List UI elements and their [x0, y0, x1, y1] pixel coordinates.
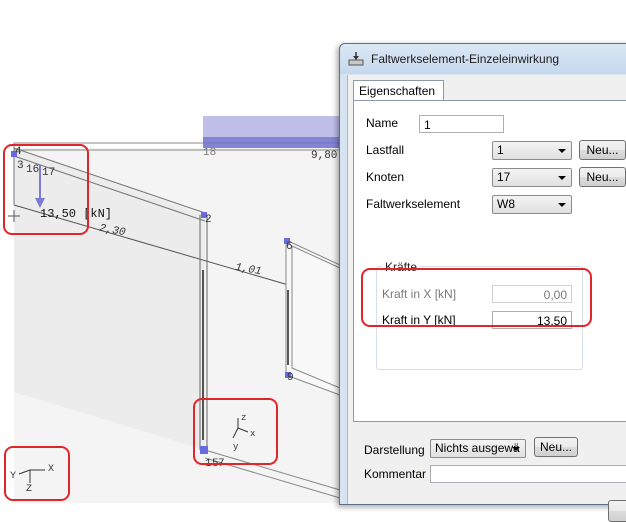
load-icon: [348, 52, 364, 66]
dialog-title: Faltwerkselement-Einzeleinwirkung: [371, 52, 560, 66]
name-field[interactable]: 1: [419, 115, 504, 133]
knoten-label: Knoten: [366, 170, 405, 184]
highlight-kraft-y-box: [361, 268, 592, 327]
dialog-body: Eigenschaften Name 1 Lastfall 1 Neu... K…: [347, 75, 626, 522]
node-label: 18: [203, 147, 217, 159]
properties-panel: Name 1 Lastfall 1 Neu... Knoten 17 Neu..…: [353, 100, 626, 422]
tab-eigenschaften[interactable]: Eigenschaften: [353, 80, 444, 100]
highlight-global-axis-box: [4, 446, 70, 501]
kommentar-label: Kommentar: [364, 467, 427, 481]
darstellung-label: Darstellung: [364, 443, 425, 457]
new-lastfall-button[interactable]: Neu...: [579, 140, 626, 160]
node-label: 9: [287, 372, 294, 384]
faltwerkselement-label: Faltwerkselement: [366, 197, 461, 211]
node-label: 6: [286, 241, 293, 253]
member-label: 9,80: [311, 150, 338, 162]
node-label: 2: [205, 214, 212, 226]
darstellung-select[interactable]: Nichts ausgewä: [430, 439, 526, 458]
chevron-down-icon: [512, 447, 520, 451]
lastfall-select[interactable]: 1: [492, 141, 572, 160]
ok-button[interactable]: [608, 500, 626, 522]
new-knoten-button[interactable]: Neu...: [579, 167, 626, 187]
kommentar-field[interactable]: [430, 465, 626, 483]
highlight-local-axis-box: [193, 398, 278, 465]
highlight-load-box: [3, 144, 89, 235]
new-darstellung-button[interactable]: Neu...: [534, 437, 578, 457]
lastfall-value: 1: [497, 143, 504, 157]
faltwerkselement-value: W8: [497, 197, 515, 211]
dialog-titlebar[interactable]: Faltwerkselement-Einzeleinwirkung: [340, 44, 626, 74]
chevron-down-icon: [558, 149, 566, 153]
chevron-down-icon: [558, 203, 566, 207]
name-label: Name: [366, 116, 399, 130]
faltwerkselement-select[interactable]: W8: [492, 195, 572, 214]
knoten-select[interactable]: 17: [492, 168, 572, 187]
lastfall-label: Lastfall: [366, 143, 405, 157]
chevron-down-icon: [558, 176, 566, 180]
darstellung-value: Nichts ausgewä: [435, 441, 520, 455]
knoten-value: 17: [497, 170, 511, 184]
point-load-dialog[interactable]: Faltwerkselement-Einzeleinwirkung Eigens…: [339, 43, 626, 522]
